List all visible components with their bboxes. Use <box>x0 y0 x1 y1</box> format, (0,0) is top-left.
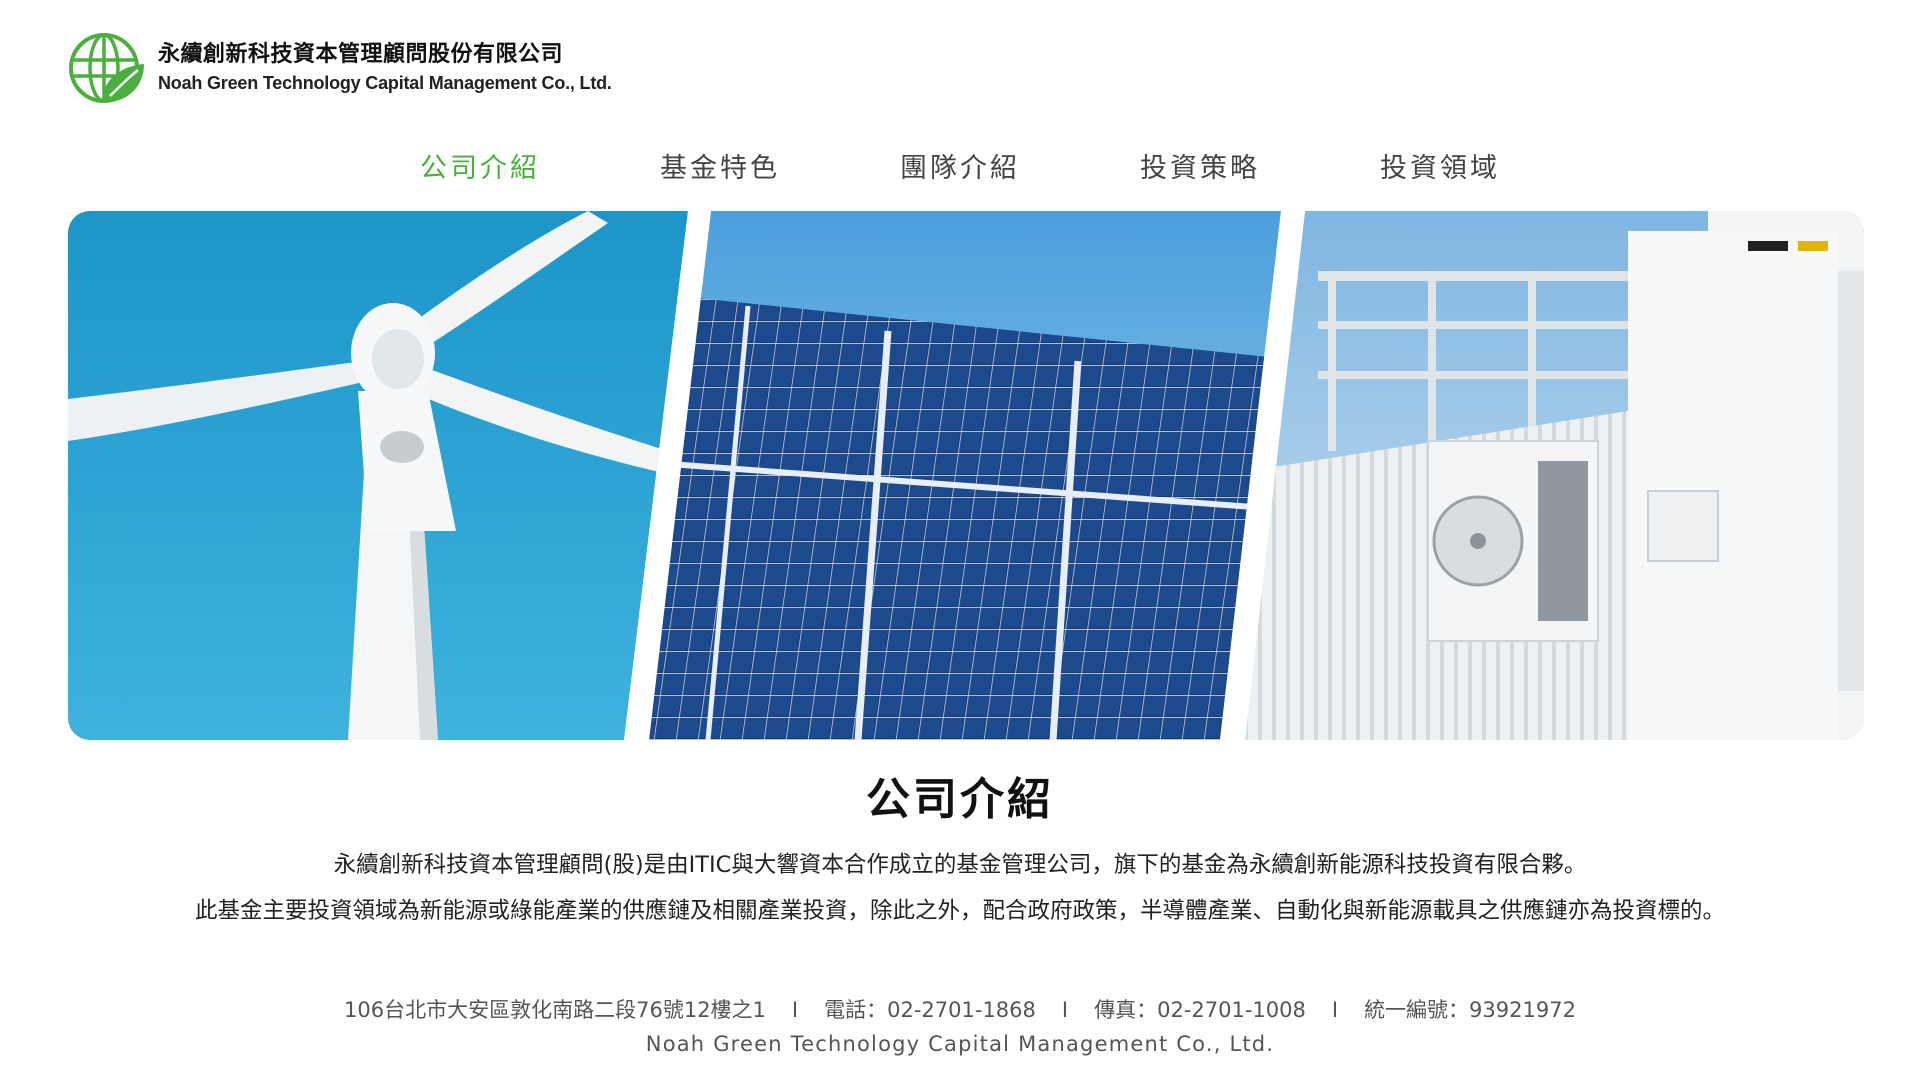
company-name-en: Noah Green Technology Capital Management… <box>158 73 612 93</box>
wind-turbine-image <box>68 211 688 740</box>
company-name-cn: 永續創新科技資本管理顧問股份有限公司 <box>158 42 564 67</box>
footer-company-en: Noah Green Technology Capital Management… <box>645 1032 1275 1056</box>
footer-separator: I <box>1331 998 1339 1022</box>
nav-item-fund-features[interactable]: 基金特色 <box>600 146 840 185</box>
main-nav: 公司介紹 基金特色 團隊介紹 投資策略 投資領域 <box>0 146 1920 185</box>
energy-storage-container-image <box>1245 211 1864 740</box>
footer-separator: I <box>1061 998 1069 1022</box>
nav-item-investment-strategy[interactable]: 投資策略 <box>1080 146 1320 185</box>
footer-separator: I <box>791 998 799 1022</box>
hero-banner <box>68 211 1864 740</box>
nav-item-company-intro[interactable]: 公司介紹 <box>360 146 600 185</box>
solar-panels-image <box>649 211 1281 740</box>
globe-leaf-icon <box>69 33 144 103</box>
nav-item-investment-areas[interactable]: 投資領域 <box>1320 146 1560 185</box>
footer-phone: 電話：02-2701-1868 <box>824 998 1036 1022</box>
nav-item-team[interactable]: 團隊介紹 <box>840 146 1080 185</box>
page-title: 公司介紹 <box>866 774 1054 825</box>
site-logo[interactable]: 永續創新科技資本管理顧問股份有限公司 Noah Green Technology… <box>66 30 612 106</box>
footer-tax-id: 統一編號：93921972 <box>1364 998 1576 1022</box>
site-footer: 106台北市大安區敦化南路二段76號12樓之1 I 電話：02-2701-186… <box>0 992 1920 1062</box>
intro-paragraph-2: 此基金主要投資領域為新能源或綠能產業的供應鏈及相關產業投資，除此之外，配合政府政… <box>194 898 1725 924</box>
footer-fax: 傳真：02-2701-1008 <box>1094 998 1306 1022</box>
footer-address: 106台北市大安區敦化南路二段76號12樓之1 <box>344 998 766 1022</box>
intro-paragraph-1: 永續創新科技資本管理顧問(股)是由ITIC與大響資本合作成立的基金管理公司，旗下… <box>333 852 1587 878</box>
company-intro: 永續創新科技資本管理顧問(股)是由ITIC與大響資本合作成立的基金管理公司，旗下… <box>0 842 1920 934</box>
